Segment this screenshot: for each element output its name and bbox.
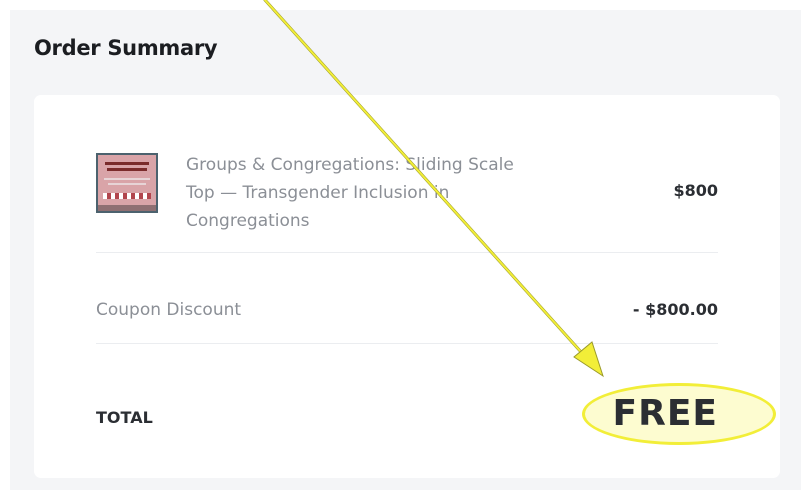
- order-card: Groups & Congregations: Sliding Scale To…: [34, 95, 780, 478]
- divider: [96, 343, 718, 344]
- coupon-discount-value: - $800.00: [632, 300, 718, 319]
- total-value: FREE: [612, 393, 718, 434]
- product-price: $800: [673, 181, 718, 200]
- order-summary-heading: Order Summary: [34, 36, 218, 60]
- order-summary-panel: Order Summary Groups & Congregations: Sl…: [10, 10, 801, 490]
- product-name: Groups & Congregations: Sliding Scale To…: [186, 155, 514, 231]
- product-thumbnail: [96, 153, 158, 213]
- product-row: Groups & Congregations: Sliding Scale To…: [96, 95, 718, 252]
- total-label: TOTAL: [96, 408, 153, 427]
- coupon-discount-label: Coupon Discount: [96, 300, 242, 320]
- divider: [96, 252, 718, 253]
